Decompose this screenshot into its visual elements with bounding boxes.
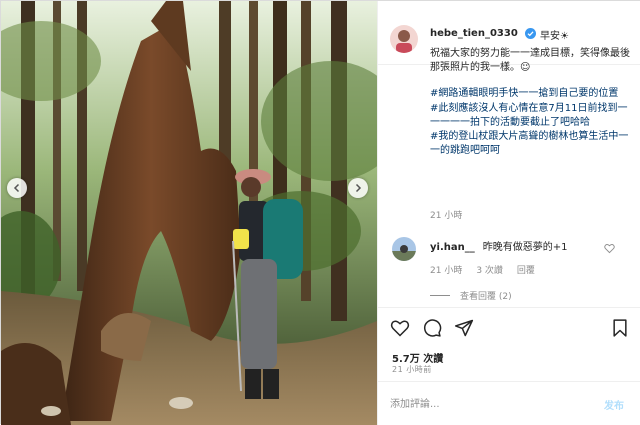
hashtag-3[interactable]: #我的登山杖跟大片高聳的樹林也算生活中一一的跳跑吧呵呵 [430, 130, 630, 158]
post-comment-button[interactable]: 发布 [604, 397, 624, 412]
view-replies-label: 查看回覆 (2) [460, 292, 512, 302]
caption-text: 祝福大家的努力能一一達成目標，笑得像最後那張照片的我一樣。☺ [430, 48, 630, 74]
likes-count[interactable]: 5.7万 次讚 [392, 350, 443, 365]
comment-likes[interactable]: 3 次讚 [476, 263, 503, 276]
post-caption: 祝福大家的努力能一一達成目標，笑得像最後那張照片的我一樣。☺ #網路通輯眼明手快… [430, 47, 630, 158]
author-avatar[interactable] [390, 25, 418, 53]
next-photo-button[interactable] [348, 178, 368, 198]
chevron-right-icon [355, 183, 362, 193]
comment: yi.han__ 昨晚有做惡夢的+1 [430, 238, 567, 253]
post-photo [1, 1, 377, 425]
comment-reply-button[interactable]: 回覆 [517, 263, 535, 276]
post-details-panel: hebe_tien_0330 早安☀ 祝福大家的努力能一一達成目標，笑得像最後那… [377, 1, 640, 425]
commenter-avatar-image [392, 237, 416, 261]
caption-timestamp: 21 小時 [430, 211, 463, 221]
comment-meta: 21 小時 3 次讚 回覆 [430, 263, 535, 276]
heart-icon[interactable] [390, 318, 410, 338]
comment-timestamp: 21 小時 [430, 266, 463, 276]
hashtag-1[interactable]: #網路通輯眼明手快一一搶到自己要的位置 [430, 87, 630, 101]
post-timestamp: 21 小時前 [392, 365, 432, 374]
comment-body: 昨晚有做惡夢的+1 [482, 242, 568, 253]
header-greeting: 早安☀ [540, 31, 569, 42]
verified-badge-icon [525, 28, 536, 39]
add-comment-bar: 发布 [378, 381, 640, 425]
comment-like-heart-icon[interactable] [604, 243, 615, 254]
author-avatar-image [390, 25, 418, 53]
share-icon[interactable] [454, 318, 474, 338]
chevron-left-icon [13, 183, 20, 193]
commenter-username[interactable]: yi.han__ [430, 242, 475, 253]
forest-hiker-image [1, 1, 377, 425]
post-modal: hebe_tien_0330 早安☀ 祝福大家的努力能一一達成目標，笑得像最後那… [0, 0, 640, 425]
hashtag-2[interactable]: #此刻應該沒人有心情在意7月11日前找到一一一一一拍下的活動要截止了吧哈哈 [430, 102, 630, 130]
post-actions: 5.7万 次讚 21 小時前 [378, 307, 640, 387]
comment-input[interactable] [390, 395, 590, 413]
commenter-avatar[interactable] [392, 237, 416, 261]
comment-icon[interactable] [422, 318, 442, 338]
replies-divider-line [430, 295, 450, 296]
view-replies-button[interactable]: 查看回覆 (2) [430, 289, 512, 302]
bookmark-icon[interactable] [610, 318, 630, 338]
previous-photo-button[interactable] [7, 178, 27, 198]
author-username[interactable]: hebe_tien_0330 [430, 28, 518, 39]
